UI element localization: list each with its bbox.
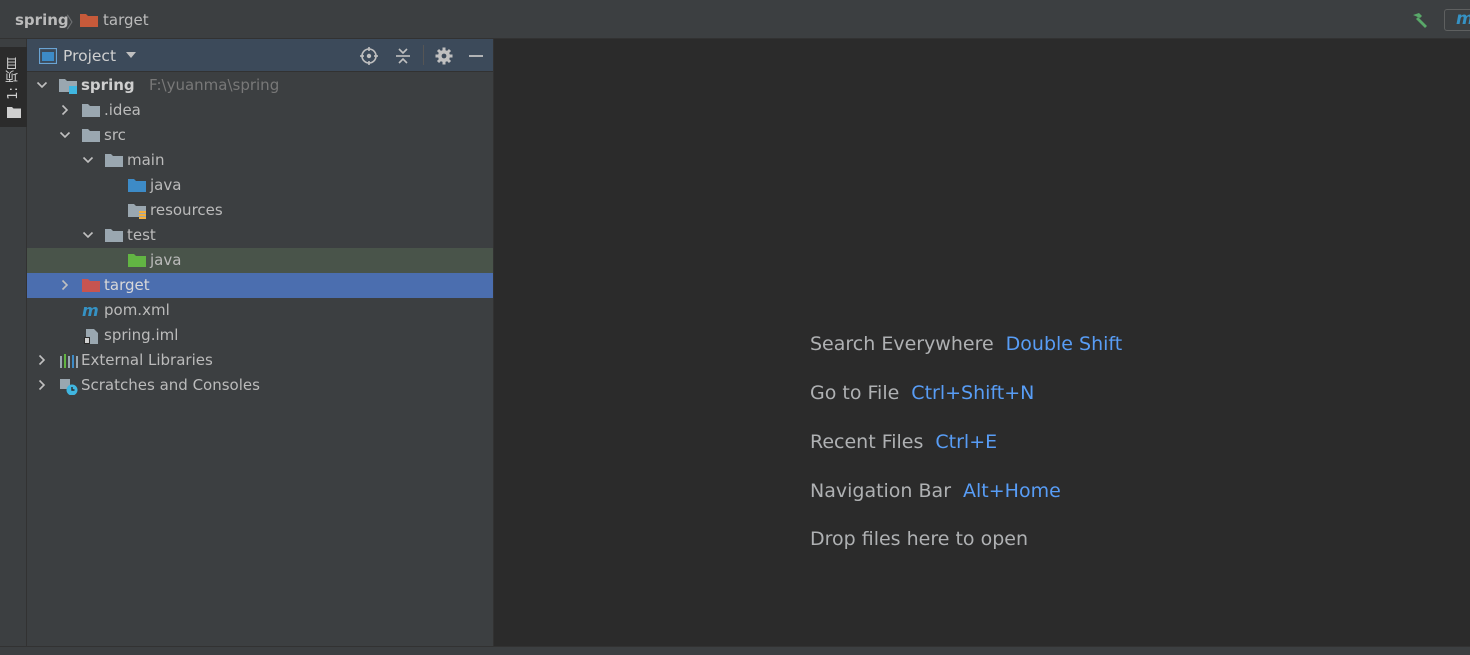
tree-item-spring[interactable]: spring F:\yuanma\spring	[27, 73, 493, 98]
tree-item-target[interactable]: target	[27, 273, 493, 298]
tree-item-label: External Libraries	[81, 351, 213, 369]
project-tab-label: 1: 项目	[6, 57, 21, 100]
locate-target-icon[interactable]	[359, 46, 379, 66]
header-divider	[423, 45, 424, 65]
project-view-icon	[39, 48, 57, 64]
hint-navigation-bar: Navigation Bar Alt+Home	[810, 480, 1061, 502]
breadcrumb-project[interactable]: spring	[15, 11, 69, 29]
navigation-bar: spring 〉 target m	[0, 0, 1470, 39]
iml-file-icon	[84, 329, 98, 344]
tree-item-label: target	[104, 276, 150, 294]
tree-item-idea[interactable]: .idea	[27, 98, 493, 123]
tree-item-test[interactable]: test	[27, 223, 493, 248]
panel-title[interactable]: Project	[63, 47, 116, 65]
chevron-down-icon[interactable]	[82, 154, 94, 166]
status-bar	[0, 646, 1470, 655]
tree-item-label: test	[127, 226, 156, 244]
chevron-right-icon[interactable]	[59, 104, 71, 116]
folder-icon	[105, 229, 123, 242]
scratches-icon	[60, 379, 78, 395]
tree-item-label: .idea	[104, 101, 141, 119]
tree-item-java[interactable]: java	[27, 248, 493, 273]
folder-icon	[82, 129, 100, 142]
hint-drop-files: Drop files here to open	[810, 528, 1029, 550]
excluded-folder-icon	[80, 14, 98, 27]
hide-panel-icon[interactable]	[466, 46, 486, 66]
libraries-icon	[60, 354, 78, 368]
tree-item-label: java	[150, 176, 182, 194]
tree-item-label: resources	[150, 201, 223, 219]
resources-folder-icon	[128, 204, 146, 219]
excluded-folder-icon	[82, 279, 100, 292]
test-source-folder-icon	[128, 254, 146, 267]
project-tool-window-tab[interactable]: 1: 项目	[0, 47, 27, 127]
svg-text:m: m	[82, 303, 99, 320]
hint-recent-files: Recent Files Ctrl+E	[810, 431, 998, 453]
maven-file-icon: m	[82, 303, 99, 320]
maven-button[interactable]: m	[1444, 9, 1470, 31]
chevron-right-icon[interactable]	[59, 279, 71, 291]
tree-item-label: src	[104, 126, 126, 144]
hint-go-to-file: Go to File Ctrl+Shift+N	[810, 382, 1035, 404]
chevron-right-icon[interactable]	[36, 354, 48, 366]
tree-item-label: Scratches and Consoles	[81, 376, 260, 394]
project-panel-header: Project	[27, 39, 493, 72]
tree-item-scratches-and-consoles[interactable]: Scratches and Consoles	[27, 373, 493, 398]
breadcrumb-target[interactable]: target	[103, 11, 149, 29]
chevron-down-icon[interactable]	[125, 49, 137, 61]
tree-item-external-libraries[interactable]: External Libraries	[27, 348, 493, 373]
tree-item-pom-xml[interactable]: m pom.xml	[27, 298, 493, 323]
tree-item-main[interactable]: main	[27, 148, 493, 173]
folder-icon	[105, 154, 123, 167]
shortcut-text: Ctrl+E	[935, 431, 998, 453]
collapse-all-icon[interactable]	[393, 46, 413, 66]
chevron-down-icon[interactable]	[59, 129, 71, 141]
source-folder-icon	[128, 179, 146, 192]
tree-item-label: main	[127, 151, 165, 169]
editor-empty-area[interactable]: Search Everywhere Double Shift Go to File…	[493, 39, 1470, 646]
gear-icon[interactable]	[434, 46, 454, 66]
tree-item-label: spring.iml	[104, 326, 179, 344]
shortcut-text: Alt+Home	[963, 480, 1061, 502]
module-folder-icon	[59, 79, 77, 94]
chevron-right-icon[interactable]	[36, 379, 48, 391]
left-tool-strip: 1: 项目	[0, 39, 27, 655]
tree-item-label: pom.xml	[104, 301, 170, 319]
tree-item-src[interactable]: src	[27, 123, 493, 148]
tree-item-resources[interactable]: resources	[27, 198, 493, 223]
tree-item-label: java	[150, 251, 182, 269]
shortcut-text: Ctrl+Shift+N	[911, 382, 1035, 404]
tree-item-java[interactable]: java	[27, 173, 493, 198]
build-hammer-icon[interactable]	[1410, 11, 1430, 31]
tree-item-label: spring	[81, 76, 135, 94]
project-panel: Project spring F:\yuanma\spring .idea sr…	[27, 39, 493, 646]
chevron-down-icon[interactable]	[82, 229, 94, 241]
folder-icon	[7, 107, 21, 118]
chevron-down-icon[interactable]	[36, 79, 48, 91]
shortcut-text: Double Shift	[1005, 333, 1123, 355]
tree-item-spring-iml[interactable]: spring.iml	[27, 323, 493, 348]
hint-search-everywhere: Search Everywhere Double Shift	[810, 333, 1123, 355]
project-path: F:\yuanma\spring	[149, 76, 280, 94]
folder-icon	[82, 104, 100, 117]
